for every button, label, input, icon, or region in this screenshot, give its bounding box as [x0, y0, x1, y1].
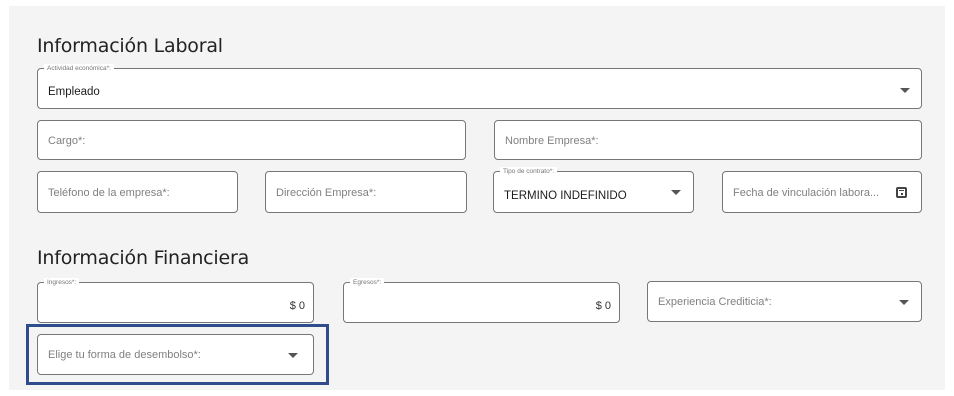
- actividad-economica-select[interactable]: Actividad económica*: Empleado: [37, 64, 922, 109]
- egresos-input[interactable]: Egresos*: $ 0: [343, 278, 620, 323]
- fecha-vinculacion-placeholder: Fecha de vinculación labora...: [733, 187, 880, 199]
- cargo-input[interactable]: Cargo*:: [37, 120, 466, 160]
- direccion-empresa-input[interactable]: Dirección Empresa*:: [265, 171, 467, 213]
- ingresos-input[interactable]: Ingresos*: $ 0: [37, 278, 314, 323]
- nombre-empresa-input[interactable]: Nombre Empresa*:: [494, 120, 922, 160]
- ingresos-label: Ingresos*:: [44, 278, 80, 287]
- telefono-empresa-placeholder: Teléfono de la empresa*:: [48, 187, 170, 199]
- direccion-empresa-placeholder: Dirección Empresa*:: [276, 187, 377, 199]
- section-title-financiera: Información Financiera: [37, 247, 250, 269]
- cargo-placeholder: Cargo*:: [48, 135, 86, 147]
- telefono-empresa-input[interactable]: Teléfono de la empresa*:: [37, 171, 238, 213]
- section-title-laboral: Información Laboral: [37, 35, 223, 57]
- tipo-contrato-label: Tipo de contrato*:: [500, 167, 558, 176]
- actividad-economica-value: Empleado: [48, 86, 100, 98]
- chevron-down-icon: [288, 353, 298, 358]
- egresos-value: $ 0: [595, 300, 611, 312]
- chevron-down-icon: [900, 88, 910, 93]
- chevron-down-icon: [671, 190, 681, 195]
- experiencia-crediticia-placeholder: Experiencia Crediticia*:: [658, 296, 772, 308]
- chevron-down-icon: [899, 300, 909, 305]
- forma-desembolso-select[interactable]: Elige tu forma de desembolso*:: [37, 334, 314, 375]
- nombre-empresa-placeholder: Nombre Empresa*:: [505, 135, 599, 147]
- tipo-contrato-value: TERMINO INDEFINIDO: [504, 190, 627, 202]
- ingresos-value: $ 0: [289, 300, 305, 312]
- experiencia-crediticia-select[interactable]: Experiencia Crediticia*:: [647, 281, 922, 322]
- calendar-icon[interactable]: [896, 187, 907, 198]
- tipo-contrato-select[interactable]: Tipo de contrato*: TERMINO INDEFINIDO: [493, 167, 694, 213]
- egresos-label: Egresos*:: [350, 278, 385, 287]
- forma-desembolso-placeholder: Elige tu forma de desembolso*:: [48, 349, 201, 361]
- actividad-economica-label: Actividad económica*:: [44, 64, 114, 73]
- fecha-vinculacion-input[interactable]: Fecha de vinculación labora...: [722, 171, 922, 213]
